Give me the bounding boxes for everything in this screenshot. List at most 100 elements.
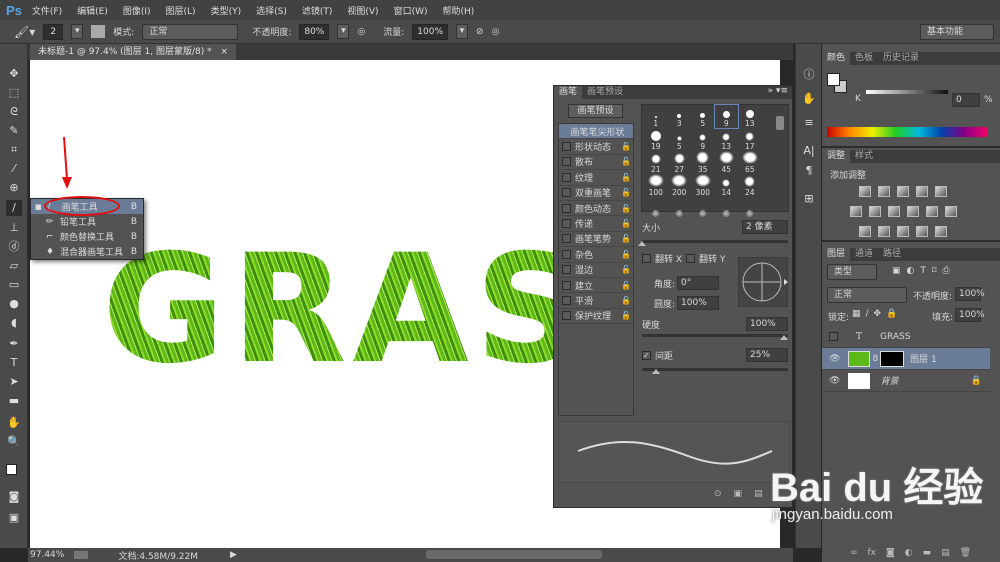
hand-tool-icon[interactable]: ✋ bbox=[6, 415, 22, 431]
link-layers-icon[interactable]: ∞ bbox=[850, 548, 858, 558]
close-tab-icon[interactable]: × bbox=[220, 47, 228, 57]
brush-tip-scatter[interactable]: ✺ bbox=[738, 197, 762, 220]
invert-icon[interactable] bbox=[859, 226, 871, 237]
dodge-tool-icon[interactable]: ◖ bbox=[6, 315, 22, 331]
size-slider-thumb[interactable] bbox=[638, 241, 646, 246]
brush-tip-scatter[interactable]: ✺ bbox=[668, 197, 692, 220]
tab-history[interactable]: 历史记录 bbox=[878, 52, 924, 65]
fx-icon[interactable]: fx bbox=[868, 548, 877, 558]
tab-brush[interactable]: 画笔 bbox=[554, 86, 583, 99]
exposure-icon[interactable] bbox=[916, 186, 928, 197]
layer-opacity-input[interactable]: 100% bbox=[955, 287, 985, 301]
lock-icon[interactable]: 🔓 bbox=[621, 188, 631, 197]
brush-option-item[interactable]: 形状动态 🔓 bbox=[559, 139, 633, 155]
color-spectrum[interactable] bbox=[827, 127, 987, 137]
brush-tip[interactable]: 27 bbox=[668, 151, 692, 174]
brush-option-checkbox[interactable] bbox=[562, 172, 571, 182]
brush-tip[interactable]: 45 bbox=[715, 151, 739, 174]
size-slider[interactable] bbox=[642, 240, 788, 243]
lock-icon[interactable]: 🔓 bbox=[621, 173, 631, 182]
menu-image[interactable]: 图像(I) bbox=[123, 4, 151, 17]
gradient-map-icon[interactable] bbox=[935, 226, 947, 237]
layer-row-grass[interactable]: T GRASS bbox=[822, 326, 990, 348]
brush-option-checkbox[interactable] bbox=[562, 142, 571, 152]
brush-option-item[interactable]: 保护纹理 🔓 bbox=[559, 309, 633, 325]
status-menu-arrow[interactable]: ▶ bbox=[230, 550, 237, 560]
lock-icon[interactable]: 🔓 bbox=[621, 281, 631, 290]
blend-mode-select[interactable]: 正常 bbox=[827, 287, 907, 303]
brush-tip[interactable]: 5 bbox=[668, 128, 692, 151]
info-icon[interactable]: ⓘ bbox=[802, 66, 816, 82]
brush-panel-toggle-icon[interactable] bbox=[91, 25, 106, 38]
tab-color[interactable]: 颜色 bbox=[822, 52, 851, 65]
brush-tip-scatter[interactable]: ✺ bbox=[691, 197, 715, 220]
brush-tip[interactable]: 19 bbox=[644, 128, 668, 151]
history-brush-icon[interactable]: ⓓ bbox=[6, 239, 22, 255]
zoom-tool-icon[interactable]: 🔍 bbox=[6, 434, 22, 450]
lock-icon[interactable]: 🔓 bbox=[621, 296, 631, 305]
brush-option-checkbox[interactable] bbox=[562, 311, 571, 321]
brush-tip[interactable]: 9 bbox=[691, 128, 715, 151]
k-slider[interactable] bbox=[866, 90, 948, 94]
lock-icon[interactable]: 🔓 bbox=[621, 265, 631, 274]
brush-option-checkbox[interactable] bbox=[562, 219, 571, 229]
create-new-brush-icon[interactable]: ▤ bbox=[754, 489, 763, 499]
menu-file[interactable]: 文件(F) bbox=[32, 4, 62, 17]
healing-brush-icon[interactable]: ⊕ bbox=[6, 180, 22, 196]
brush-option-item[interactable]: 建立 🔓 bbox=[559, 278, 633, 294]
type-tool-icon[interactable]: T bbox=[6, 355, 22, 371]
brush-option-checkbox[interactable] bbox=[562, 295, 571, 305]
quick-mask-icon[interactable]: ◙ bbox=[6, 489, 22, 505]
color-balance-icon[interactable] bbox=[869, 206, 881, 217]
brush-option-checkbox[interactable] bbox=[562, 249, 571, 259]
menu-window[interactable]: 窗口(W) bbox=[394, 4, 428, 17]
clone-source-icon[interactable]: ⊞ bbox=[802, 192, 816, 205]
path-select-icon[interactable]: ➤ bbox=[6, 374, 22, 390]
brush-presets-icon[interactable]: ≡ bbox=[802, 116, 816, 129]
k-value-input[interactable]: 0 bbox=[952, 93, 980, 107]
lock-icon[interactable]: 🔓 bbox=[621, 157, 631, 166]
brush-tip[interactable]: 100 bbox=[644, 174, 668, 197]
paragraph-icon[interactable]: ¶ bbox=[802, 164, 816, 177]
brush-tip[interactable]: 13 bbox=[715, 128, 739, 151]
flip-x-checkbox[interactable] bbox=[642, 254, 651, 263]
foreground-color-swatch[interactable] bbox=[6, 464, 17, 475]
menu-layer[interactable]: 图层(L) bbox=[166, 4, 196, 17]
eye-icon[interactable]: 👁 bbox=[829, 354, 840, 364]
new-group-icon[interactable]: ▬ bbox=[923, 548, 932, 558]
layer-row-layer1[interactable]: 👁 8 图层 1 bbox=[822, 348, 990, 370]
brush-option-item[interactable]: 画笔笔势 🔓 bbox=[559, 232, 633, 248]
spacing-input[interactable]: 25% bbox=[746, 348, 788, 362]
brush-size-dropdown[interactable]: ▾ bbox=[71, 24, 84, 39]
pressure-size-icon[interactable]: ◎ bbox=[492, 27, 500, 37]
hardness-input[interactable]: 100% bbox=[746, 317, 788, 331]
layer-row-background[interactable]: 👁 背景 🔒 bbox=[822, 370, 990, 392]
brush-option-checkbox[interactable] bbox=[562, 188, 571, 198]
brush-option-checkbox[interactable] bbox=[562, 265, 571, 275]
document-tab[interactable]: 未标题-1 @ 97.4% (图层 1, 图层蒙版/8) * × bbox=[30, 44, 237, 60]
brush-tip-scatter[interactable]: ✺ bbox=[644, 197, 668, 220]
fill-input[interactable]: 100% bbox=[955, 308, 985, 322]
opacity-input[interactable]: 80% bbox=[299, 23, 330, 40]
eraser-tool-icon[interactable]: ▱ bbox=[6, 258, 22, 274]
foreground-color-swatch[interactable] bbox=[827, 73, 840, 86]
brush-option-item[interactable]: 画笔笔尖形状 bbox=[559, 124, 633, 140]
blur-tool-icon[interactable]: ● bbox=[6, 296, 22, 312]
tab-adjustments[interactable]: 调整 bbox=[822, 150, 851, 163]
posterize-icon[interactable] bbox=[878, 226, 890, 237]
spacing-checkbox[interactable]: ✓ bbox=[642, 350, 651, 360]
brush-presets-button[interactable]: 画笔预设 bbox=[568, 104, 623, 118]
mode-select[interactable]: 正常 bbox=[142, 23, 239, 40]
lock-icon[interactable]: 🔓 bbox=[621, 204, 631, 213]
brush-tip[interactable]: 65 bbox=[738, 151, 762, 174]
selective-color-icon[interactable] bbox=[916, 226, 928, 237]
brush-panel-icon[interactable]: ✋ bbox=[802, 92, 816, 105]
brush-tip[interactable]: 5 bbox=[691, 105, 715, 128]
tab-styles[interactable]: 样式 bbox=[850, 150, 878, 163]
threshold-icon[interactable] bbox=[897, 226, 909, 237]
pressure-opacity-icon[interactable]: ◎ bbox=[357, 27, 365, 37]
quick-select-tool-icon[interactable]: ✎ bbox=[6, 123, 22, 139]
gradient-tool-icon[interactable]: ▭ bbox=[6, 277, 22, 293]
channel-mixer-icon[interactable] bbox=[926, 206, 938, 217]
flow-dropdown[interactable]: ▾ bbox=[456, 24, 469, 39]
